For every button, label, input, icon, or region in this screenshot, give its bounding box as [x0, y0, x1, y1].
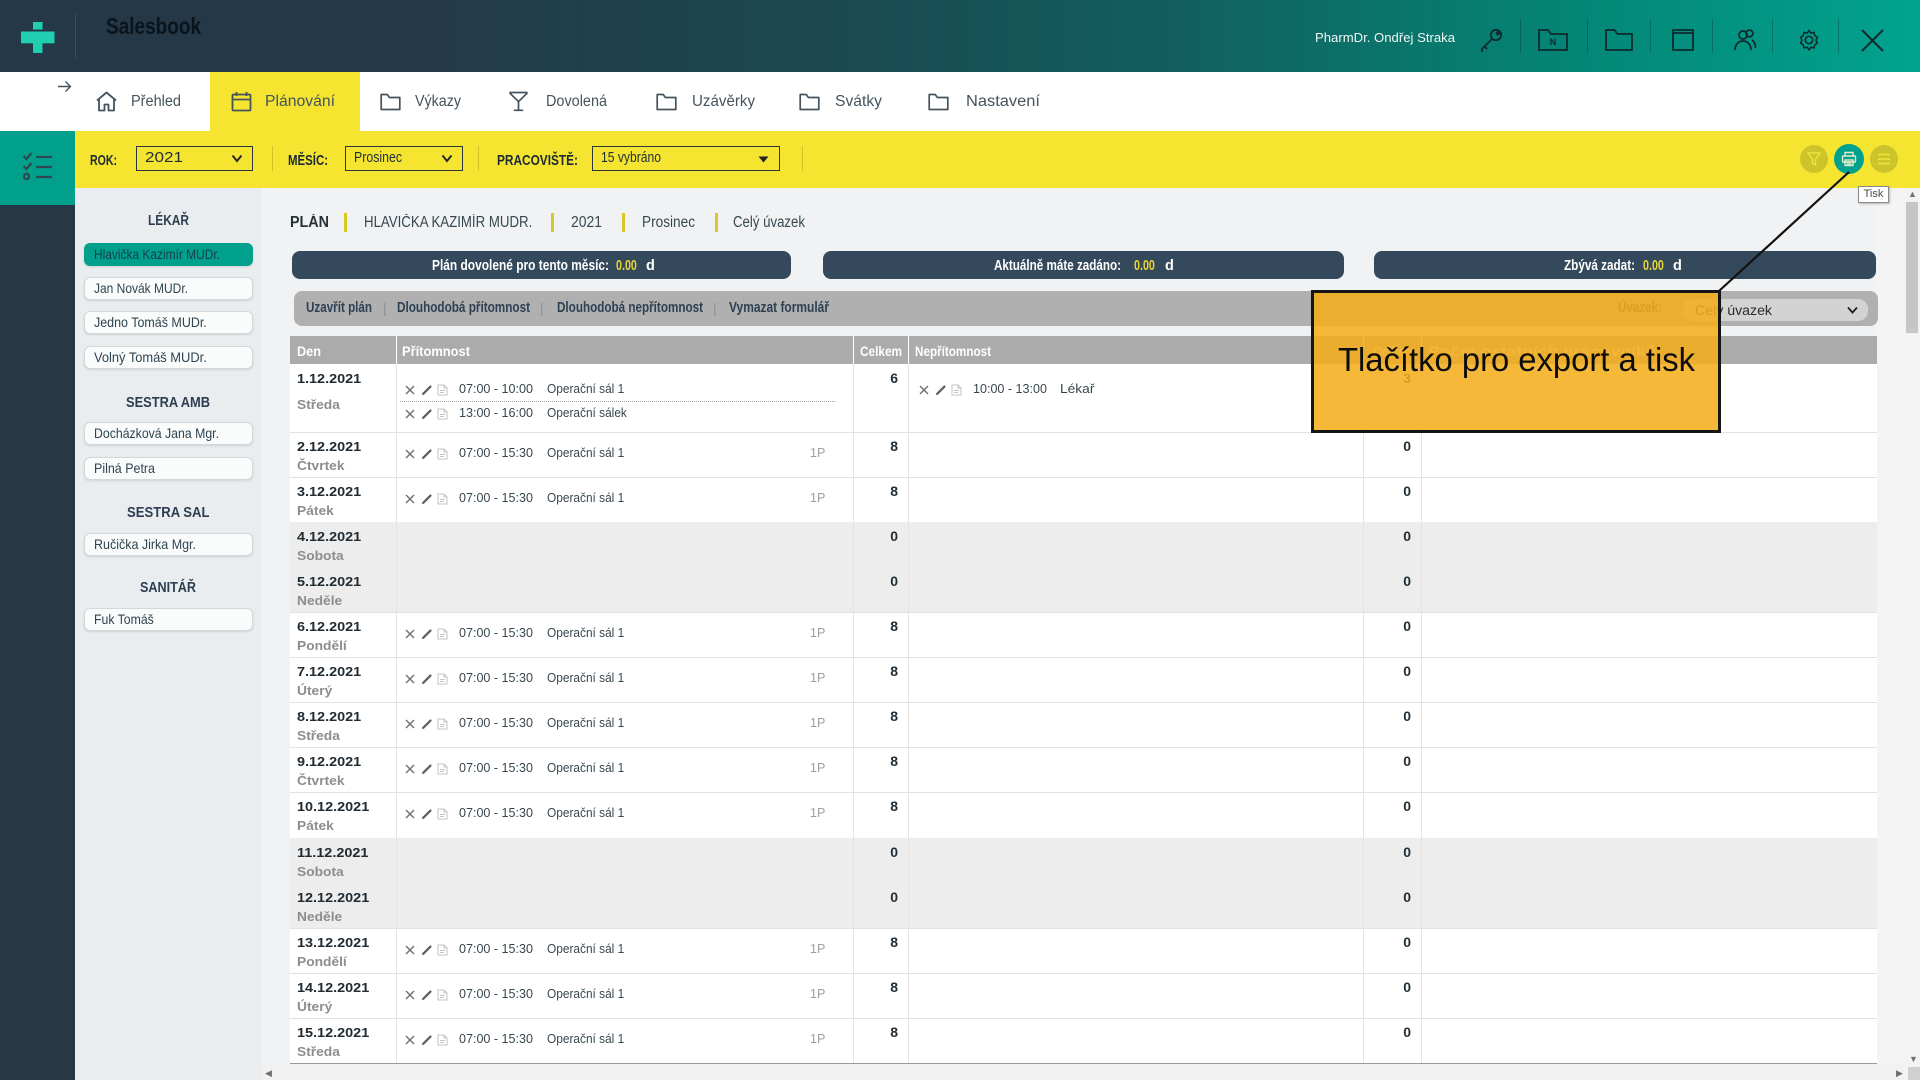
svg-text:N: N: [1550, 37, 1557, 47]
